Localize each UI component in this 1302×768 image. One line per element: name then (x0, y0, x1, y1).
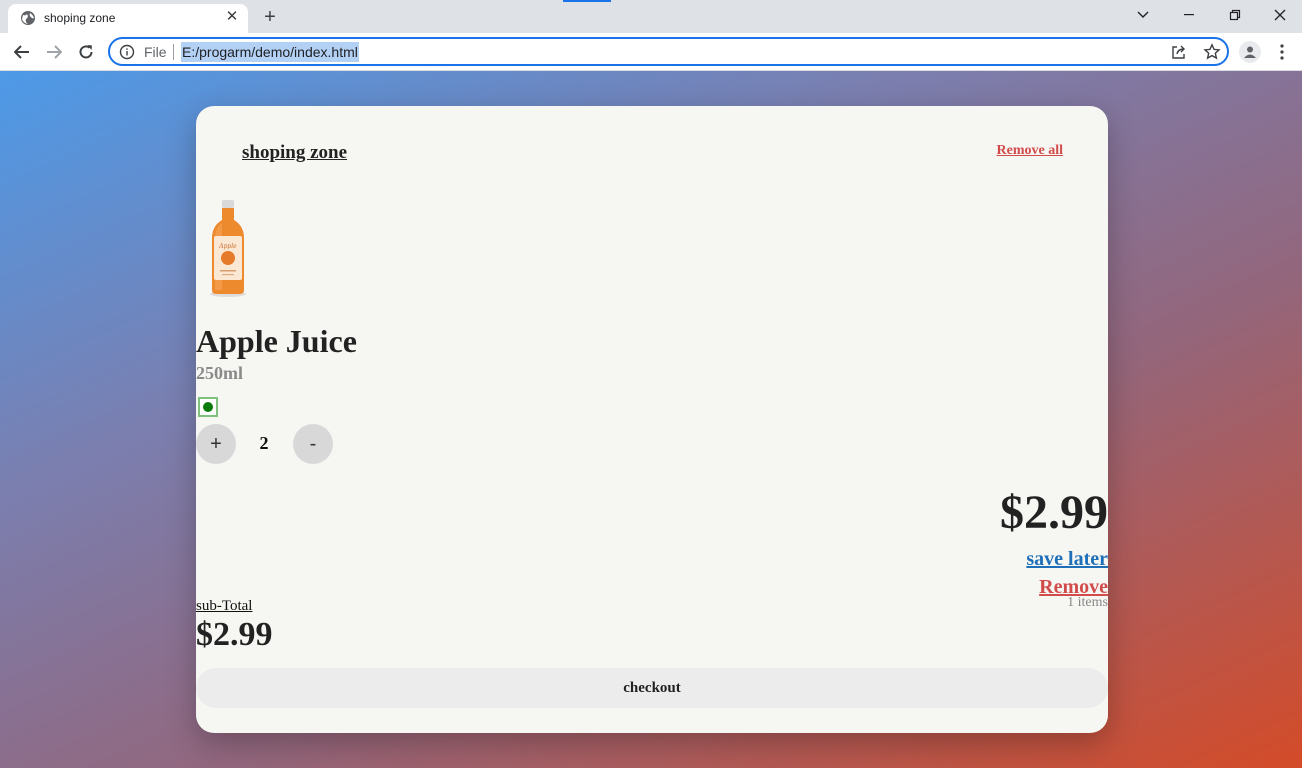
cart-heading: shoping zone (242, 142, 348, 163)
address-bar[interactable]: File E:/progarm/demo/index.html (108, 37, 1229, 66)
forward-arrow-icon[interactable] (41, 39, 67, 65)
globe-icon (21, 11, 35, 25)
share-icon[interactable] (1171, 44, 1187, 60)
cart-card: shoping zone Remove all Apple Apple Juic… (196, 106, 1108, 733)
back-arrow-icon[interactable] (9, 39, 35, 65)
svg-text:Apple: Apple (218, 243, 237, 250)
tab-search-icon[interactable] (1120, 0, 1166, 30)
apple-juice-bottle-image: Apple (210, 200, 246, 297)
reload-icon[interactable] (73, 39, 99, 65)
profile-avatar-icon[interactable] (1239, 41, 1261, 63)
window-close-icon[interactable] (1257, 0, 1302, 30)
remove-all-link[interactable]: Remove all (997, 143, 1063, 159)
info-icon[interactable] (119, 44, 135, 60)
veg-indicator-dot (203, 402, 213, 412)
subtotal-label: sub-Total (196, 598, 253, 614)
items-count: 1 items (1067, 595, 1108, 610)
decrease-quantity-button[interactable]: - (293, 424, 333, 464)
url-scheme-label: File (144, 44, 167, 60)
checkout-button[interactable]: checkout (196, 668, 1108, 708)
tab-close-icon[interactable]: ✕ (222, 7, 242, 27)
bookmark-star-icon[interactable] (1203, 43, 1221, 61)
url-text[interactable]: E:/progarm/demo/index.html (181, 42, 359, 62)
tab-strip: shoping zone ✕ + (0, 0, 1302, 33)
save-later-link[interactable]: save later (1026, 548, 1108, 571)
increase-quantity-button[interactable]: + (196, 424, 236, 464)
url-separator (173, 44, 174, 60)
quantity-value: 2 (259, 433, 269, 453)
minimize-icon[interactable] (1166, 0, 1212, 30)
product-name: Apple Juice (196, 323, 357, 359)
browser-menu-icon[interactable] (1272, 41, 1292, 63)
restore-icon[interactable] (1212, 0, 1258, 30)
page-viewport: shoping zone Remove all Apple Apple Juic… (0, 71, 1302, 768)
veg-indicator-icon (198, 397, 218, 417)
subtotal-value: $2.99 (196, 616, 273, 653)
browser-toolbar: File E:/progarm/demo/index.html (0, 33, 1302, 71)
browser-tab[interactable]: shoping zone ✕ (8, 4, 248, 33)
new-tab-icon[interactable]: + (258, 5, 282, 29)
tab-strip-accent (563, 0, 611, 2)
product-price: $2.99 (1000, 486, 1108, 539)
product-size: 250ml (196, 363, 243, 383)
tab-title: shoping zone (44, 11, 116, 25)
